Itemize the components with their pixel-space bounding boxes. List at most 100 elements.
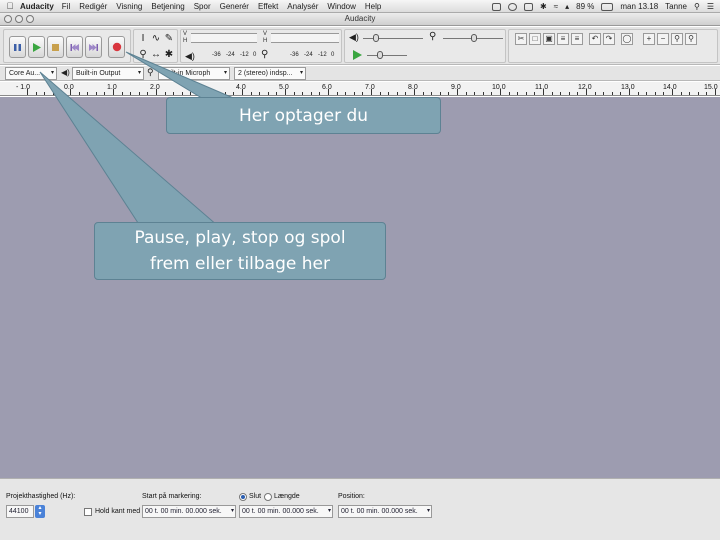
user-name[interactable]: Tanne	[665, 2, 687, 11]
skip-to-start-button[interactable]	[66, 36, 83, 58]
status-icon[interactable]	[492, 2, 502, 11]
zoom-tool-icon[interactable]: ⚲	[137, 49, 149, 61]
audio-position-time[interactable]: 00 t. 00 min. 00.000 sek. ▾	[338, 505, 432, 518]
menu-spor[interactable]: Spor	[194, 2, 211, 11]
ruler-tick: 14.0	[663, 84, 677, 91]
play-meter[interactable]: VH	[263, 31, 339, 45]
display-icon[interactable]	[524, 2, 534, 11]
trim-icon[interactable]: ≡	[557, 33, 569, 45]
fit-project-icon[interactable]: ⚲	[685, 33, 697, 45]
app-menu[interactable]: Audacity	[20, 2, 54, 11]
menu-visning[interactable]: Visning	[116, 2, 142, 11]
pause-button[interactable]	[9, 36, 26, 58]
ruler-tick-mark	[543, 89, 544, 95]
project-rate-label: Projekthastighed (Hz):	[6, 493, 76, 500]
ruler-tick: 6.0	[322, 84, 332, 91]
silence-icon[interactable]: ≡	[571, 33, 583, 45]
time-machine-icon[interactable]	[508, 2, 518, 11]
search-icon[interactable]: ⚲	[694, 2, 700, 11]
menu-rediger[interactable]: Redigér	[79, 2, 107, 11]
ruler-tick-mark	[405, 92, 407, 95]
ruler-tick-mark	[190, 92, 192, 95]
speaker-icon[interactable]: ◀)	[185, 51, 195, 62]
track-area[interactable]	[0, 97, 720, 478]
timeline-ruler[interactable]: - 1.0 0.0 1.0 2.0 3.0 4.0 5.0 6.0 7.0 8.…	[0, 82, 720, 96]
clock[interactable]: man 13.18	[620, 2, 658, 11]
output-volume-icon: ◀)	[349, 32, 359, 42]
menu-generer[interactable]: Generér	[220, 2, 249, 11]
skip-to-end-button[interactable]	[85, 36, 102, 58]
snap-to-checkbox[interactable]	[84, 508, 92, 516]
bluetooth-icon[interactable]: ✱	[540, 2, 547, 11]
cut-icon[interactable]: ✂	[515, 33, 527, 45]
tools-toolbar: I ∿ ✎ ⚲ ↔ ✱	[133, 29, 178, 63]
ruler-tick-mark	[362, 92, 364, 95]
channel-h-label: H	[263, 38, 268, 44]
ruler-tick-mark	[242, 89, 243, 95]
ruler-tick-mark	[52, 92, 54, 95]
ruler-tick-mark	[637, 92, 639, 95]
output-device-dropdown[interactable]: Built-in Output ▾	[72, 67, 144, 80]
input-volume-slider[interactable]	[443, 33, 503, 43]
audio-host-dropdown[interactable]: Core Au... ▾	[5, 67, 57, 80]
ruler-tick-mark	[534, 92, 536, 95]
play-speed-slider[interactable]	[367, 50, 407, 60]
project-rate-field[interactable]: 44100	[6, 505, 34, 518]
toolbar: I ∿ ✎ ⚲ ↔ ✱ VH VH ◀) -36 -24 -12 0 ⚲ -36…	[0, 27, 720, 65]
selection-tool-icon[interactable]: I	[137, 33, 149, 45]
ruler-tick-mark	[663, 92, 665, 95]
selection-start-time[interactable]: 00 t. 00 min. 00.000 sek. ▾	[142, 505, 236, 518]
battery-icon[interactable]	[601, 2, 614, 11]
ruler-tick-mark	[388, 92, 390, 95]
play-button[interactable]	[28, 36, 45, 58]
paste-icon[interactable]: ▣	[543, 33, 555, 45]
zoom-out-icon[interactable]: −	[657, 33, 669, 45]
ruler-tick-mark	[525, 92, 527, 95]
multi-tool-icon[interactable]: ✱	[163, 49, 175, 61]
draw-tool-icon[interactable]: ✎	[163, 33, 175, 45]
length-radio[interactable]	[264, 493, 272, 501]
device-toolbar: Core Au... ▾ ◀) Built-in Output ▾ ⚲ Built-…	[0, 66, 720, 81]
ruler-tick-mark	[78, 92, 80, 95]
record-button[interactable]	[108, 36, 125, 58]
play-at-speed-icon[interactable]	[352, 50, 362, 60]
ruler-tick-mark	[70, 89, 71, 95]
ruler-tick-mark	[267, 92, 269, 95]
menu-fil[interactable]: Fil	[62, 2, 70, 11]
transport-callout-line2: frem eller tilbage her	[150, 254, 330, 274]
menu-betjening[interactable]: Betjening	[151, 2, 184, 11]
ruler-tick-mark	[285, 89, 286, 95]
zoom-in-icon[interactable]: +	[643, 33, 655, 45]
speaker-icon[interactable]: ▴	[565, 2, 569, 11]
ruler-tick-mark	[379, 92, 381, 95]
ruler-tick-mark	[465, 92, 467, 95]
undo-icon[interactable]: ↶	[589, 33, 601, 45]
play-meter-tick: -24	[304, 52, 313, 58]
apple-icon[interactable]: 	[0, 1, 20, 11]
project-rate-stepper[interactable]: ▴ ▾	[35, 505, 45, 518]
record-meter[interactable]: VH	[183, 31, 257, 45]
menu-effekt[interactable]: Effekt	[258, 2, 278, 11]
microphone-icon[interactable]: ⚲	[261, 49, 268, 60]
fit-selection-icon[interactable]: ⚲	[671, 33, 683, 45]
ruler-tick-mark	[181, 92, 183, 95]
input-channels-dropdown[interactable]: 2 (stereo) indsp... ▾	[234, 67, 306, 80]
redo-icon[interactable]: ↷	[603, 33, 615, 45]
menu-analyser[interactable]: Analysér	[287, 2, 318, 11]
play-meter-tick: -12	[318, 52, 327, 58]
envelope-tool-icon[interactable]: ∿	[150, 33, 162, 45]
selection-end-time[interactable]: 00 t. 00 min. 00.000 sek. ▾	[239, 505, 333, 518]
input-device-dropdown[interactable]: Built-in Microph ▾	[158, 67, 230, 80]
sync-lock-icon[interactable]: ◯	[621, 33, 633, 45]
end-radio[interactable]	[239, 493, 247, 501]
edit-toolbar: ✂ □ ▣ ≡ ≡ ↶ ↷ ◯ + − ⚲ ⚲	[508, 29, 718, 63]
ruler-tick-mark	[620, 92, 622, 95]
output-volume-slider[interactable]	[363, 33, 423, 43]
timeshift-tool-icon[interactable]: ↔	[150, 49, 162, 61]
menu-window[interactable]: Window	[327, 2, 355, 11]
wifi-icon[interactable]: ≈	[554, 2, 558, 11]
menu-help[interactable]: Help	[365, 2, 381, 11]
stop-button[interactable]	[47, 36, 64, 58]
notification-icon[interactable]: ☰	[707, 2, 714, 11]
copy-icon[interactable]: □	[529, 33, 541, 45]
